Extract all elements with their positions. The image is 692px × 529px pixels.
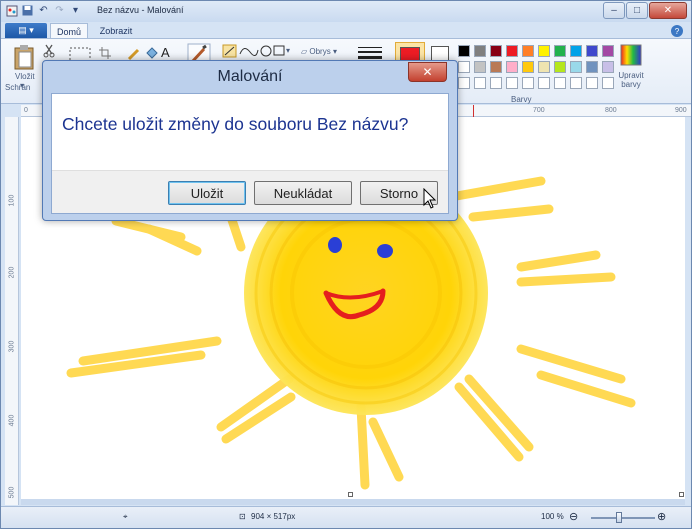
palette-swatch[interactable]	[554, 61, 566, 73]
ruler-tick: 100	[8, 194, 16, 207]
resize-handle-corner[interactable]	[679, 492, 684, 497]
image-size-icon: ⊡	[239, 512, 246, 521]
help-icon[interactable]: ?	[671, 25, 683, 37]
close-icon: ✕	[422, 65, 433, 79]
palette-swatch[interactable]	[554, 45, 566, 57]
palette-swatch[interactable]	[538, 45, 550, 57]
mouse-cursor-icon	[423, 188, 437, 209]
palette-swatch-empty[interactable]	[522, 77, 534, 89]
paint-app-icon[interactable]	[5, 4, 18, 17]
palette-swatch-empty[interactable]	[554, 77, 566, 89]
ruler-tick: 0	[24, 107, 28, 114]
palette-swatch[interactable]	[522, 45, 534, 57]
ruler-tick: 500	[8, 486, 16, 499]
window-title: Bez názvu - Malování	[97, 5, 184, 15]
window-controls: – □ ✕	[603, 2, 687, 19]
status-bar: ⌖ ⊡ 904 × 517px 100 % ⊖ ⊕	[1, 506, 691, 528]
edit-colors-icon[interactable]	[620, 44, 642, 71]
ruler-cursor-marker	[473, 105, 474, 117]
palette-swatch[interactable]	[474, 45, 486, 57]
dialog-footer: Uložit Neukládat Storno	[52, 170, 448, 213]
ruler-tick: 800	[605, 107, 617, 114]
palette-swatch[interactable]	[586, 45, 598, 57]
ruler-tick: 200	[8, 266, 16, 279]
save-icon[interactable]	[21, 4, 34, 17]
maximize-button[interactable]: □	[626, 2, 648, 19]
zoom-level: 100 %	[541, 512, 564, 521]
save-button[interactable]: Uložit	[168, 181, 246, 205]
ruler-tick: 900	[675, 107, 687, 114]
palette-swatch[interactable]	[490, 61, 502, 73]
edit-colors-label[interactable]: Upravit barvy	[613, 71, 649, 89]
palette-swatch[interactable]	[474, 61, 486, 73]
palette-swatch[interactable]	[522, 61, 534, 73]
ribbon-tabs: ▤ ▾ Domů Zobrazit ?	[1, 22, 691, 39]
paste-button-label[interactable]: Vložit	[15, 72, 35, 81]
zoom-out-icon[interactable]: ⊖	[569, 510, 578, 523]
palette-swatch[interactable]	[586, 61, 598, 73]
paste-icon[interactable]	[13, 44, 35, 75]
palette-swatch[interactable]	[570, 45, 582, 57]
palette-swatch-empty[interactable]	[458, 77, 470, 89]
clipboard-group-label: Schrán	[5, 83, 31, 92]
save-changes-dialog: Malování ✕ Chcete uložit změny do soubor…	[42, 60, 458, 221]
zoom-in-icon[interactable]: ⊕	[657, 510, 666, 523]
redo-icon[interactable]: ↷	[53, 4, 66, 17]
dialog-close-button[interactable]: ✕	[408, 62, 447, 82]
minimize-button[interactable]: –	[603, 2, 625, 19]
tab-home[interactable]: Domů	[50, 23, 88, 39]
palette-swatch[interactable]	[570, 61, 582, 73]
palette-swatch-empty[interactable]	[490, 77, 502, 89]
ruler-tick: 700	[533, 107, 545, 114]
outline-label: Obrys	[309, 47, 331, 56]
palette-swatch-empty[interactable]	[474, 77, 486, 89]
zoom-slider-track[interactable]	[591, 517, 655, 519]
close-button[interactable]: ✕	[649, 2, 687, 19]
palette-swatch[interactable]	[506, 45, 518, 57]
file-menu-button[interactable]: ▤ ▾	[5, 23, 47, 38]
palette-swatch[interactable]	[602, 45, 614, 57]
outline-chevron-icon: ▾	[330, 47, 337, 56]
ruler-tick: 300	[8, 340, 16, 353]
dialog-body: Chcete uložit změny do souboru Bez názvu…	[51, 93, 449, 214]
outline-dropdown[interactable]: ▱ Obrys ▾	[301, 47, 337, 56]
undo-icon[interactable]: ↶	[37, 4, 50, 17]
zoom-slider-thumb[interactable]	[616, 512, 622, 523]
palette-swatch-empty[interactable]	[586, 77, 598, 89]
vertical-ruler: 100 200 300 400 500	[5, 117, 19, 505]
shapes-scroll-icon[interactable]: ▾	[286, 46, 290, 55]
palette-swatch[interactable]	[458, 61, 470, 73]
palette-swatch[interactable]	[538, 61, 550, 73]
sun-right-eye	[377, 244, 393, 258]
palette-swatch[interactable]	[490, 45, 502, 57]
palette-swatch-empty[interactable]	[570, 77, 582, 89]
customize-qat-icon[interactable]: ▾	[69, 4, 82, 17]
file-menu-icon: ▤ ▾	[18, 25, 34, 35]
palette-swatch[interactable]	[458, 45, 470, 57]
quick-access-toolbar: ↶ ↷ ▾	[5, 4, 82, 17]
cursor-position-icon: ⌖	[123, 512, 128, 521]
text-tool-icon[interactable]: A	[161, 45, 170, 60]
dialog-message: Chcete uložit změny do souboru Bez názvu…	[62, 114, 409, 134]
tab-view[interactable]: Zobrazit	[93, 23, 139, 39]
palette-swatch-empty[interactable]	[538, 77, 550, 89]
image-size-text: 904 × 517px	[251, 512, 296, 521]
resize-handle-bottom[interactable]	[348, 492, 353, 497]
dialog-title: Malování	[217, 68, 283, 85]
sun-left-eye	[328, 237, 342, 253]
palette-swatch[interactable]	[506, 61, 518, 73]
ruler-tick: 400	[8, 414, 16, 427]
dialog-title-bar: Malování ✕	[43, 61, 457, 93]
dont-save-button[interactable]: Neukládat	[254, 181, 352, 205]
palette-swatch-empty[interactable]	[506, 77, 518, 89]
colors-group-label: Barvy	[511, 95, 532, 104]
title-bar: ↶ ↷ ▾ Bez názvu - Malování – □ ✕	[1, 1, 691, 22]
